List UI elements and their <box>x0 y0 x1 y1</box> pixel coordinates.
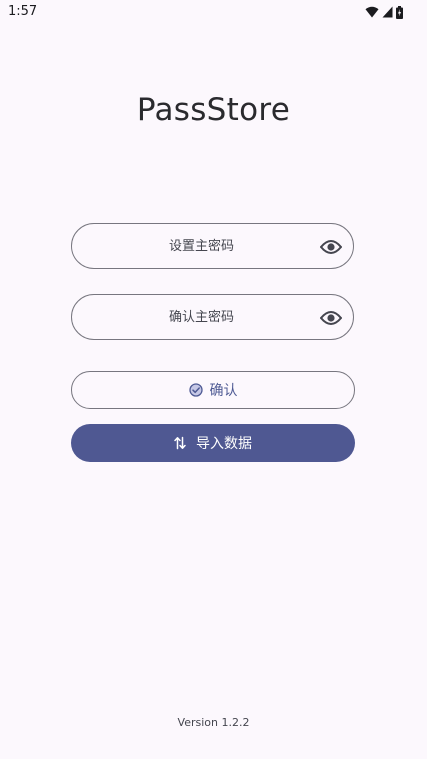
check-circle-icon <box>188 383 203 397</box>
set-master-password-field[interactable] <box>71 223 354 269</box>
status-time: 1:57 <box>8 4 38 19</box>
set-master-password-input[interactable] <box>100 224 303 268</box>
eye-icon[interactable] <box>319 307 343 329</box>
confirm-button-label: 确认 <box>209 383 238 399</box>
version-label: Version 1.2.2 <box>177 716 250 729</box>
status-bar: 1:57 <box>0 0 427 26</box>
wifi-icon <box>365 6 379 18</box>
import-data-button-label: 导入数据 <box>196 436 252 452</box>
import-data-button[interactable]: 导入数据 <box>71 424 355 462</box>
status-icons <box>365 4 403 20</box>
swap-vertical-icon <box>174 436 186 450</box>
app-title: PassStore <box>136 92 291 128</box>
battery-charging-icon <box>396 5 403 19</box>
confirm-master-password-field[interactable] <box>71 294 354 340</box>
eye-icon[interactable] <box>319 236 343 258</box>
confirm-button[interactable]: 确认 <box>71 371 355 409</box>
confirm-master-password-input[interactable] <box>100 295 303 339</box>
cell-signal-icon <box>382 6 393 18</box>
